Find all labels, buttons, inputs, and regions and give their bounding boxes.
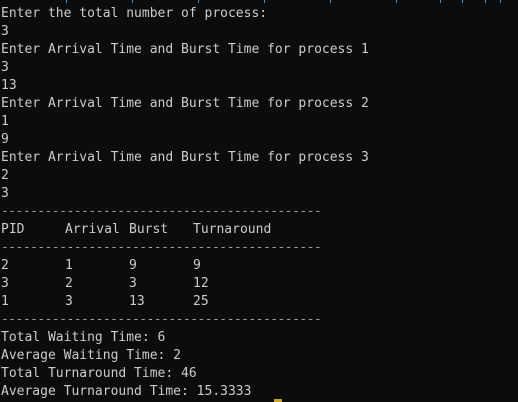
- table-header-arrival: Arrival: [65, 222, 120, 237]
- table-row-2-turnaround: 12: [193, 276, 209, 291]
- prompt-process-2: Enter Arrival Time and Burst Time for pr…: [1, 96, 369, 111]
- table-header-burst: Burst: [129, 222, 169, 237]
- table-row-3-arrival: 3: [65, 294, 73, 309]
- table-row-3-burst: 13: [129, 294, 145, 309]
- table-row-1-turnaround: 9: [193, 258, 201, 273]
- input-p2-arrival: 1: [1, 114, 9, 129]
- table-row-2-pid: 3: [1, 276, 9, 291]
- table-header-pid: PID: [1, 222, 25, 237]
- table-row-2-arrival: 2: [65, 276, 73, 291]
- separator-top: ----------------------------------------…: [1, 204, 322, 219]
- table-row-2-burst: 3: [129, 276, 137, 291]
- total-turnaround-time: Total Turnaround Time: 46: [1, 366, 197, 381]
- separator-bottom: ----------------------------------------…: [1, 312, 322, 327]
- input-p2-burst: 9: [1, 132, 9, 147]
- input-total-processes: 3: [1, 24, 9, 39]
- terminal-window[interactable]: Enter the total number of process: 3 Ent…: [0, 0, 518, 402]
- prompt-total-processes: Enter the total number of process:: [1, 6, 268, 21]
- prompt-process-1: Enter Arrival Time and Burst Time for pr…: [1, 42, 369, 57]
- table-row-1-arrival: 1: [65, 258, 73, 273]
- total-waiting-time: Total Waiting Time: 6: [1, 330, 166, 345]
- table-header-turnaround: Turnaround: [193, 222, 272, 237]
- separator-header: ----------------------------------------…: [1, 240, 322, 255]
- table-row-3-pid: 1: [1, 294, 9, 309]
- table-row-3-turnaround: 25: [193, 294, 209, 309]
- table-row-1-pid: 2: [1, 258, 9, 273]
- top-border-strip: [0, 0, 518, 3]
- average-turnaround-time: Average Turnaround Time: 15.3333: [1, 384, 252, 399]
- average-waiting-time: Average Waiting Time: 2: [1, 348, 182, 363]
- input-p3-arrival: 2: [1, 168, 9, 183]
- input-p3-burst: 3: [1, 186, 9, 201]
- input-p1-burst: 13: [1, 78, 17, 93]
- input-p1-arrival: 3: [1, 60, 9, 75]
- prompt-process-3: Enter Arrival Time and Burst Time for pr…: [1, 150, 369, 165]
- table-row-1-burst: 9: [129, 258, 137, 273]
